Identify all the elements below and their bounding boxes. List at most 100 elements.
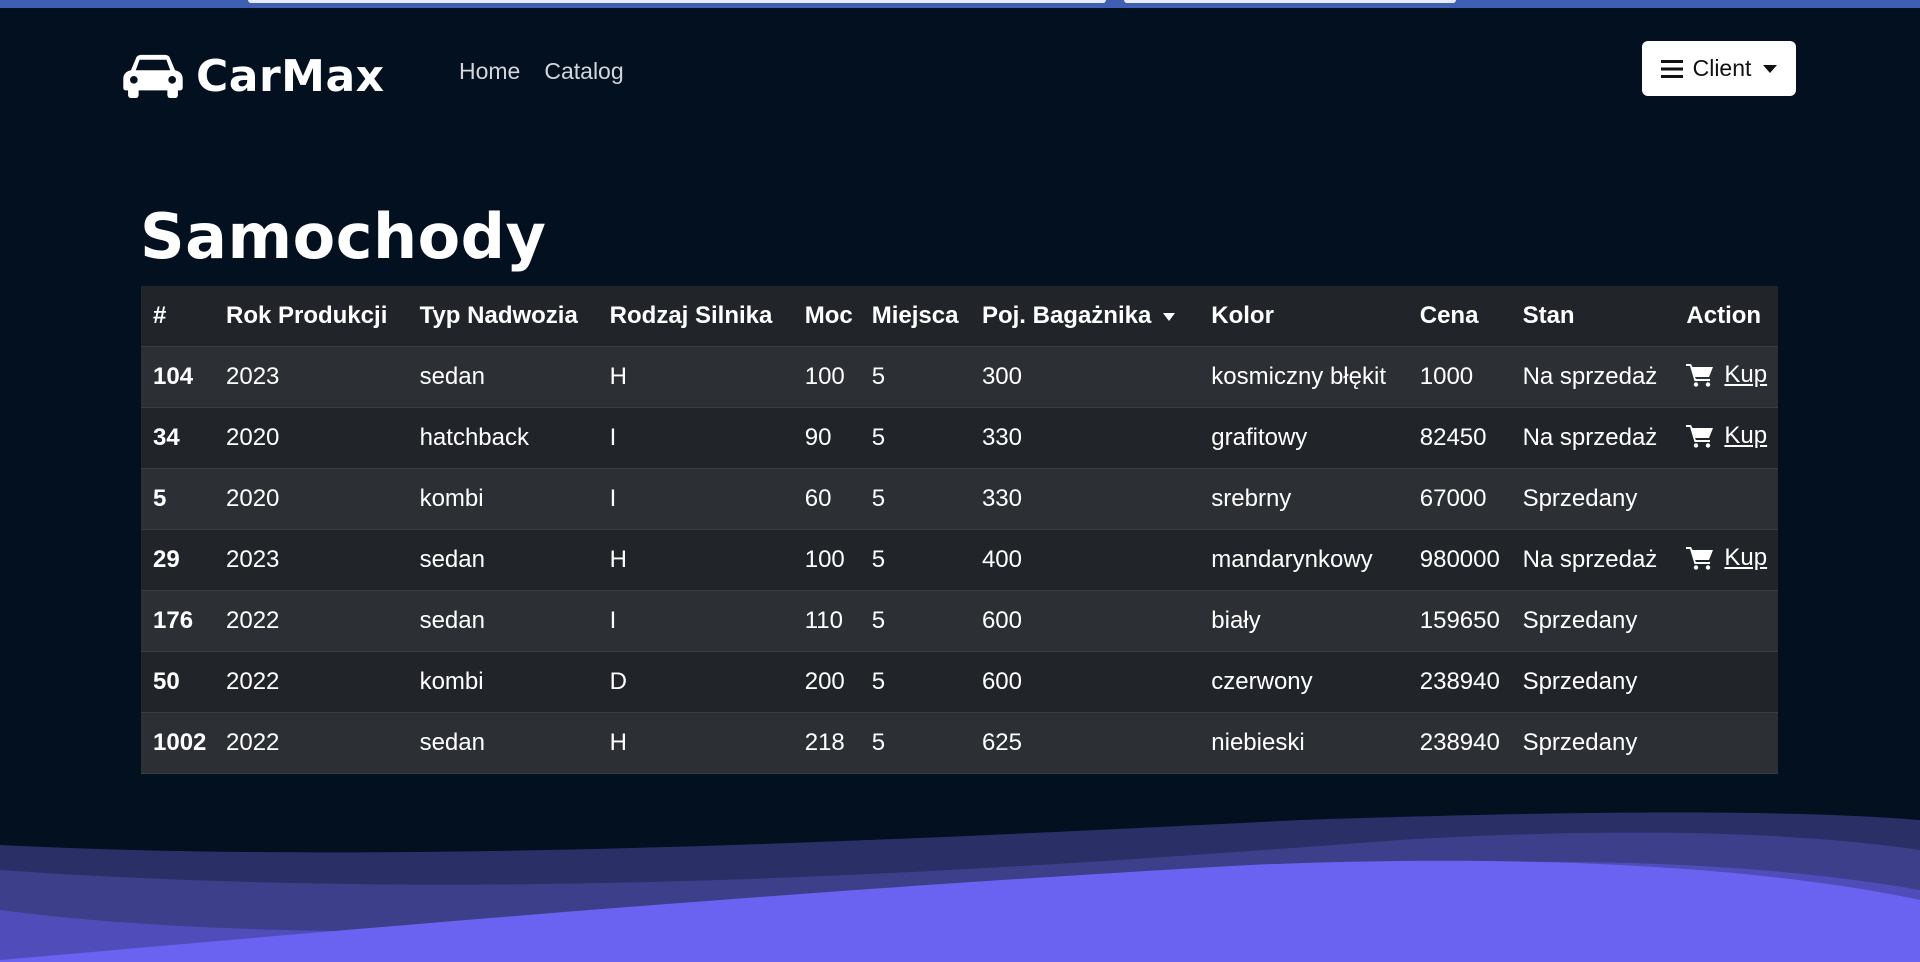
cell-year: 2023 [214, 346, 408, 408]
cell-id: 1002 [141, 712, 214, 774]
cell-status: Na sprzedaż [1510, 529, 1675, 591]
cell-price: 980000 [1407, 529, 1511, 591]
cell-engine: H [597, 529, 793, 591]
cell-color: niebieski [1199, 712, 1408, 774]
cell-seats: 5 [859, 407, 970, 469]
cell-power: 100 [792, 346, 860, 408]
nav-home-link[interactable]: Home [459, 58, 520, 85]
cell-year: 2022 [214, 651, 408, 713]
table-header-row: # Rok Produkcji Typ Nadwozia Rodzaj Siln… [141, 286, 1778, 347]
cell-price: 67000 [1407, 468, 1511, 530]
cell-engine: I [597, 468, 793, 530]
cell-status: Sprzedany [1510, 712, 1675, 774]
column-header-engine[interactable]: Rodzaj Silnika [597, 286, 793, 347]
cell-id: 5 [141, 468, 214, 530]
cell-power: 200 [792, 651, 860, 713]
cell-action: Kup [1674, 346, 1778, 408]
browser-bar-left [248, 0, 1106, 3]
cell-action [1674, 590, 1778, 652]
brand-logo-link[interactable]: CarMax [122, 46, 385, 106]
cell-body-type: kombi [407, 651, 598, 713]
table-row: 176 2022 sedan I 110 5 600 biały 159650 Sprzedany [141, 590, 1778, 652]
cell-price: 1000 [1407, 346, 1511, 408]
decorative-waves [0, 812, 1920, 962]
column-header-action: Action [1674, 286, 1778, 347]
cell-color: czerwony [1199, 651, 1408, 713]
cell-action [1674, 712, 1778, 774]
cell-seats: 5 [859, 590, 970, 652]
cell-color: grafitowy [1199, 407, 1408, 469]
cell-action [1674, 468, 1778, 530]
cell-power: 110 [792, 590, 860, 652]
cell-trunk: 330 [969, 407, 1200, 469]
cell-action: Kup [1674, 407, 1778, 469]
column-header-price[interactable]: Cena [1407, 286, 1511, 347]
column-header-color[interactable]: Kolor [1199, 286, 1408, 347]
cell-power: 90 [792, 407, 860, 469]
cell-color: mandarynkowy [1199, 529, 1408, 591]
cell-seats: 5 [859, 712, 970, 774]
cell-body-type: kombi [407, 468, 598, 530]
column-header-label: Miejsca [871, 302, 959, 329]
client-menu-button[interactable]: Client [1642, 41, 1796, 96]
cell-status: Sprzedany [1510, 651, 1675, 713]
cell-engine: I [597, 590, 793, 652]
cell-status: Sprzedany [1510, 468, 1675, 530]
cell-power: 218 [792, 712, 860, 774]
column-header-label: Cena [1419, 302, 1479, 329]
cell-seats: 5 [859, 468, 970, 530]
cell-price: 159650 [1407, 590, 1511, 652]
cell-id: 29 [141, 529, 214, 591]
cell-action [1674, 651, 1778, 713]
browser-top-strip [0, 0, 1920, 8]
cell-price: 82450 [1407, 407, 1511, 469]
cell-status: Na sprzedaż [1510, 346, 1675, 408]
cell-body-type: sedan [407, 712, 598, 774]
column-header-label: Poj. Bagażnika [981, 302, 1152, 329]
column-header-label: Kolor [1211, 302, 1274, 329]
table-body: 104 2023 sedan H 100 5 300 kosmiczny błękit 1000… [141, 346, 1778, 774]
buy-link-label: Kup [1724, 421, 1768, 449]
table-row: 34 2020 hatchback I 90 5 330 grafitowy 82450 Na s… [141, 407, 1778, 469]
column-header-label: Action [1686, 302, 1762, 329]
table-row: 104 2023 sedan H 100 5 300 kosmiczny błękit 1000… [141, 346, 1778, 408]
cell-trunk: 400 [969, 529, 1200, 591]
sort-caret-icon [1163, 312, 1176, 321]
table-row: 5 2020 kombi I 60 5 330 srebrny 67000 Sprzedany [141, 468, 1778, 530]
client-menu-label: Client [1692, 55, 1752, 81]
buy-link-label: Kup [1724, 543, 1768, 571]
cell-trunk: 330 [969, 468, 1200, 530]
cell-engine: D [597, 651, 793, 713]
column-header-status[interactable]: Stan [1510, 286, 1675, 347]
cell-year: 2023 [214, 529, 408, 591]
column-header-label: Typ Nadwozia [419, 302, 578, 329]
cell-trunk: 300 [969, 346, 1200, 408]
table-row: 50 2022 kombi D 200 5 600 czerwony 238940 Sprzeda… [141, 651, 1778, 713]
cell-body-type: hatchback [407, 407, 598, 469]
buy-link[interactable]: Kup [1686, 361, 1767, 389]
cell-trunk: 600 [969, 651, 1200, 713]
cell-price: 238940 [1407, 712, 1511, 774]
cars-table: # Rok Produkcji Typ Nadwozia Rodzaj Siln… [141, 286, 1778, 774]
caret-down-icon [1763, 64, 1778, 73]
cell-body-type: sedan [407, 346, 598, 408]
shopping-cart-icon [1686, 424, 1714, 448]
column-header-year[interactable]: Rok Produkcji [214, 286, 408, 347]
cell-year: 2022 [214, 590, 408, 652]
cell-id: 104 [141, 346, 214, 408]
column-header-label: Rok Produkcji [226, 302, 388, 329]
cell-body-type: sedan [407, 590, 598, 652]
nav-catalog-link[interactable]: Catalog [544, 58, 623, 85]
cell-seats: 5 [859, 651, 970, 713]
cell-id: 50 [141, 651, 214, 713]
navbar: CarMax Home Catalog Client [0, 8, 1920, 133]
buy-link[interactable]: Kup [1686, 544, 1767, 572]
column-header-seats[interactable]: Miejsca [859, 286, 970, 347]
buy-link[interactable]: Kup [1686, 422, 1767, 450]
column-header-trunk[interactable]: Poj. Bagażnika [969, 286, 1200, 347]
column-header-body[interactable]: Typ Nadwozia [407, 286, 598, 347]
cell-id: 34 [141, 407, 214, 469]
column-header-power[interactable]: Moc [792, 286, 860, 347]
cell-trunk: 600 [969, 590, 1200, 652]
column-header-id[interactable]: # [141, 286, 214, 347]
